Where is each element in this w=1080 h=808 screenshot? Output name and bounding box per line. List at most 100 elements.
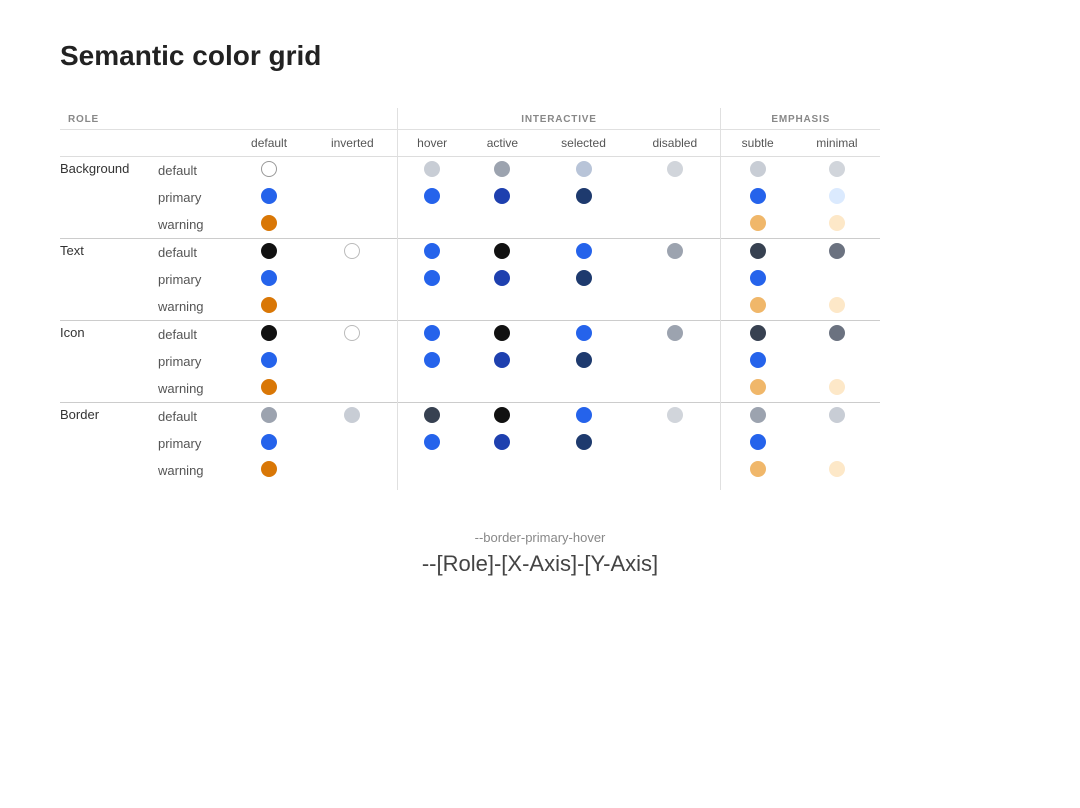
color-dot xyxy=(261,325,277,341)
color-dot xyxy=(829,215,845,231)
cell-background-default-selected xyxy=(538,157,629,185)
cell-text-primary-hover xyxy=(397,266,467,293)
color-dot xyxy=(667,161,683,177)
cell-text-warning-inverted xyxy=(308,293,397,321)
cell-border-primary-hover xyxy=(397,430,467,457)
cell-text-default-active xyxy=(467,239,538,267)
color-dot xyxy=(750,243,766,259)
cell-background-default-disabled xyxy=(629,157,721,185)
cell-text-warning-selected xyxy=(538,293,629,321)
color-dot xyxy=(494,161,510,177)
cell-icon-primary-selected xyxy=(538,348,629,375)
color-dot xyxy=(424,434,440,450)
cell-text-primary-inverted xyxy=(308,266,397,293)
color-dot xyxy=(261,461,277,477)
cell-background-default-active xyxy=(467,157,538,185)
color-dot xyxy=(261,270,277,286)
cell-text-primary-minimal xyxy=(794,266,880,293)
cell-icon-warning-subtle xyxy=(721,375,794,403)
cell-border-primary-default xyxy=(230,430,308,457)
cell-icon-default-hover xyxy=(397,321,467,349)
cell-icon-warning-active xyxy=(467,375,538,403)
cell-icon-primary-inverted xyxy=(308,348,397,375)
sub-label: primary xyxy=(150,184,230,211)
cell-text-warning-subtle xyxy=(721,293,794,321)
color-dot xyxy=(494,243,510,259)
cell-border-warning-hover xyxy=(397,457,467,490)
color-dot xyxy=(424,407,440,423)
color-dot xyxy=(494,325,510,341)
cell-background-default-inverted xyxy=(308,157,397,185)
color-dot xyxy=(750,297,766,313)
cell-background-primary-default xyxy=(230,184,308,211)
color-dot xyxy=(261,434,277,450)
table-row: warning xyxy=(60,375,880,403)
color-dot xyxy=(344,243,360,259)
column-header-row: default inverted hover active selected d… xyxy=(60,130,880,157)
color-dot xyxy=(750,434,766,450)
color-dot xyxy=(576,243,592,259)
role-label-icon: Icon xyxy=(60,321,150,403)
color-dot xyxy=(667,243,683,259)
color-dot xyxy=(750,461,766,477)
color-dot xyxy=(424,243,440,259)
color-dot xyxy=(424,325,440,341)
table-row: primary xyxy=(60,266,880,293)
table-row: primary xyxy=(60,348,880,375)
table-row: primary xyxy=(60,430,880,457)
color-dot xyxy=(829,243,845,259)
cell-border-default-hover xyxy=(397,403,467,431)
col-default: default xyxy=(230,130,308,157)
cell-background-warning-active xyxy=(467,211,538,239)
cell-text-primary-default xyxy=(230,266,308,293)
color-dot xyxy=(667,407,683,423)
table-row: warning xyxy=(60,293,880,321)
cell-text-primary-selected xyxy=(538,266,629,293)
table-row: warning xyxy=(60,457,880,490)
cell-background-primary-inverted xyxy=(308,184,397,211)
cell-text-primary-subtle xyxy=(721,266,794,293)
role-label-border: Border xyxy=(60,403,150,491)
sub-label: primary xyxy=(150,266,230,293)
cell-text-default-hover xyxy=(397,239,467,267)
footer-code-example: --border-primary-hover xyxy=(60,530,1020,545)
sub-label: primary xyxy=(150,430,230,457)
sub-label: primary xyxy=(150,348,230,375)
cell-border-warning-default xyxy=(230,457,308,490)
col-minimal: minimal xyxy=(794,130,880,157)
color-dot xyxy=(424,188,440,204)
cell-icon-warning-inverted xyxy=(308,375,397,403)
color-dot xyxy=(261,161,277,177)
color-dot xyxy=(750,270,766,286)
color-dot xyxy=(750,325,766,341)
cell-background-default-hover xyxy=(397,157,467,185)
sub-label: warning xyxy=(150,211,230,239)
cell-text-default-disabled xyxy=(629,239,721,267)
color-dot xyxy=(494,270,510,286)
cell-icon-primary-hover xyxy=(397,348,467,375)
cell-background-primary-subtle xyxy=(721,184,794,211)
color-dot xyxy=(494,188,510,204)
cell-border-warning-inverted xyxy=(308,457,397,490)
group-header-row: ROLE INTERACTIVE EMPHASIS xyxy=(60,108,880,130)
cell-background-primary-selected xyxy=(538,184,629,211)
cell-border-primary-selected xyxy=(538,430,629,457)
cell-border-warning-subtle xyxy=(721,457,794,490)
color-dot xyxy=(576,407,592,423)
sub-label: default xyxy=(150,157,230,185)
color-dot xyxy=(424,352,440,368)
table-row: Borderdefault xyxy=(60,403,880,431)
role-col-header xyxy=(60,130,230,157)
cell-border-warning-active xyxy=(467,457,538,490)
color-dot xyxy=(494,352,510,368)
cell-border-default-inverted xyxy=(308,403,397,431)
color-dot xyxy=(667,325,683,341)
color-dot xyxy=(424,270,440,286)
cell-border-default-active xyxy=(467,403,538,431)
footer: --border-primary-hover --[Role]-[X-Axis]… xyxy=(60,530,1020,577)
color-dot xyxy=(750,407,766,423)
color-dot xyxy=(829,188,845,204)
color-dot xyxy=(344,407,360,423)
page-title: Semantic color grid xyxy=(60,40,1020,72)
table-row: warning xyxy=(60,211,880,239)
